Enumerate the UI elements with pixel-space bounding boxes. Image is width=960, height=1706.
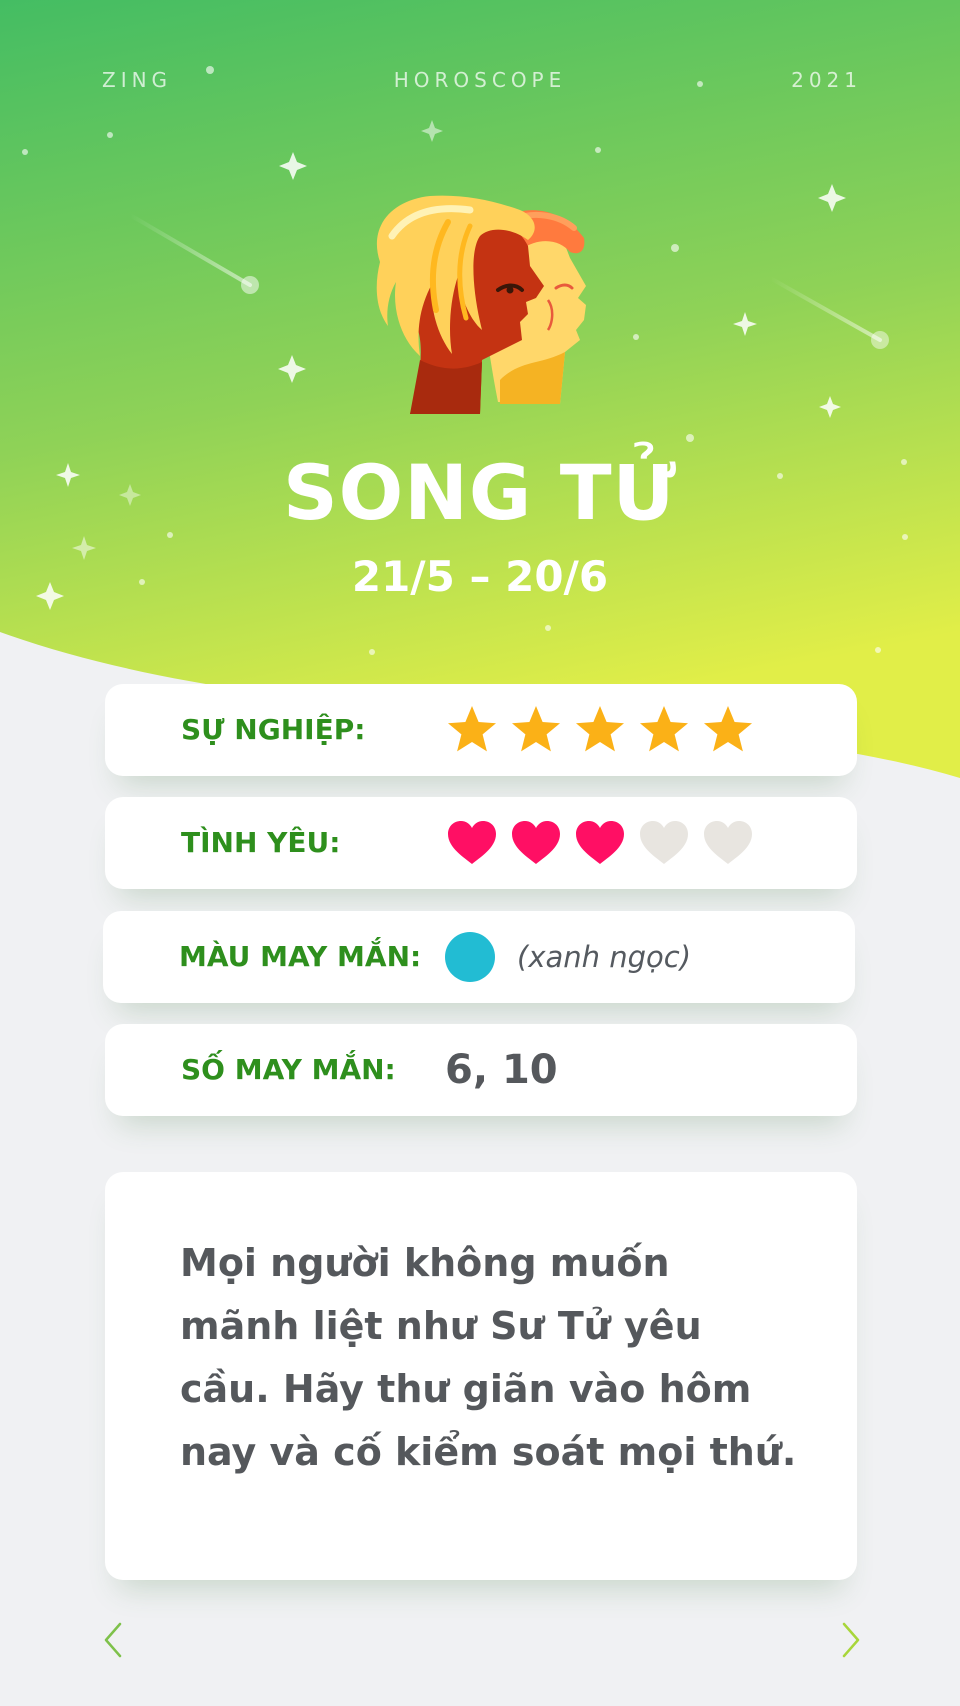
prev-button[interactable] [100,1620,130,1660]
chevron-right-icon [842,1622,860,1658]
career-label: SỰ NGHIỆP: [181,713,366,746]
lucky-number-value: 6, 10 [445,1047,558,1093]
heart-icon [448,821,496,864]
love-card: TÌNH YÊU: [105,797,857,889]
hero-background [0,0,960,778]
heart-icon [512,821,560,864]
lucky-color-value: (xanh ngọc) [445,911,691,1003]
lucky-color-card: MÀU MAY MẮN: (xanh ngọc) [103,911,855,1003]
star-icon [448,706,496,752]
sign-dates: 21/5 – 20/6 [351,552,609,601]
lucky-number-label: SỐ MAY MẮN: [181,1053,396,1086]
hero-banner [0,0,960,800]
star-icon [704,706,752,752]
lucky-number-value-wrap: 6, 10 [445,1024,558,1116]
message-card: Mọi người không muốn mãnh liệt như Sư Tử… [105,1172,857,1580]
star-icon [576,706,624,752]
next-button[interactable] [834,1620,864,1660]
color-swatch [445,932,495,982]
heart-icon [576,821,624,864]
top-bar: ZING HOROSCOPE 2021 [0,68,960,98]
chevron-left-icon [104,1622,122,1658]
star-icon [640,706,688,752]
heart-icon [704,821,752,864]
lucky-color-label: MÀU MAY MẮN: [179,940,422,973]
sign-title: SONG TỬ [282,448,678,537]
love-rating [445,797,765,889]
career-card: SỰ NGHIỆP: [105,684,857,776]
year-label: 2021 [791,68,862,92]
horoscope-message: Mọi người không muốn mãnh liệt như Sư Tử… [180,1241,797,1474]
career-rating [445,684,765,776]
lucky-number-card: SỐ MAY MẮN: 6, 10 [105,1024,857,1116]
color-name: (xanh ngọc) [517,940,692,974]
star-icon [512,706,560,752]
love-label: TÌNH YÊU: [181,826,341,859]
heart-icon [640,821,688,864]
